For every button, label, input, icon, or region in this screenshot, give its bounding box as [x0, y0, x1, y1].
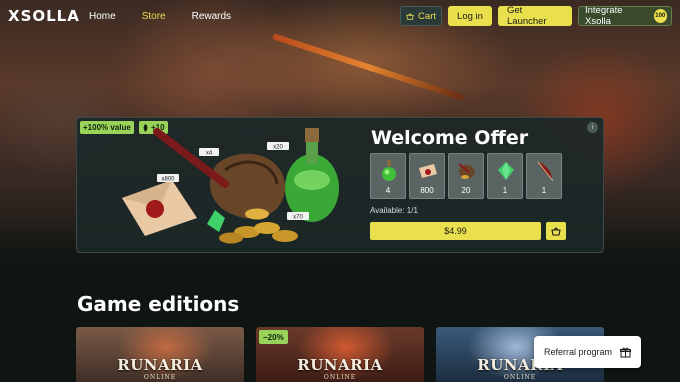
item-quantity: 20: [461, 186, 471, 195]
cart-button[interactable]: Cart: [400, 6, 442, 26]
xsolla-logo[interactable]: XSOLLA: [8, 7, 79, 25]
integrate-xsolla-button[interactable]: Integrate Xsolla 100: [578, 5, 672, 27]
referral-program-button[interactable]: Referral program: [534, 336, 641, 368]
edition-logo: RUNARIA: [117, 356, 203, 374]
potion-icon: [382, 160, 396, 181]
svg-text:x4: x4: [206, 150, 213, 156]
treasure-bag-icon: [458, 163, 475, 179]
letter-icon: [419, 164, 437, 178]
item-quantity: 1: [502, 186, 508, 195]
integrate-badge: 100: [653, 9, 667, 23]
nav-link-rewards[interactable]: Rewards: [192, 11, 231, 22]
hero-sword-decoration: [271, 33, 465, 101]
discount-badge: −20%: [259, 330, 288, 344]
gift-icon: [620, 347, 632, 357]
edition-logo-sub: ONLINE: [323, 374, 357, 381]
offer-bundle-illustration: x4 x800 x20 x70: [122, 128, 339, 244]
offer-item-quill[interactable]: 1: [526, 153, 562, 199]
availability-text: Available: 1/1: [370, 206, 418, 215]
offer-items: 4 800 20 1 1: [370, 153, 562, 199]
edition-logo: RUNARIA: [297, 356, 383, 374]
buy-price-button[interactable]: $4.99: [370, 222, 541, 240]
cart-label: Cart: [418, 10, 436, 22]
nav-link-home[interactable]: Home: [89, 11, 116, 22]
login-button[interactable]: Log in: [448, 6, 492, 26]
integrate-label: Integrate Xsolla: [585, 5, 623, 27]
svg-text:x70: x70: [293, 214, 303, 220]
item-quantity: 800: [420, 186, 434, 195]
edition-card[interactable]: −20% RUNARIA ONLINE: [256, 327, 424, 382]
offer-item-treasure[interactable]: 20: [448, 153, 484, 199]
pack-label-2: x800: [157, 174, 179, 182]
pack-label-1: x4: [199, 148, 219, 156]
game-editions-title: Game editions: [77, 292, 240, 316]
referral-label: Referral program: [543, 347, 613, 357]
pack-label-3: x20: [267, 142, 289, 150]
item-quantity: 4: [385, 186, 391, 195]
edition-logo-sub: ONLINE: [503, 374, 537, 381]
svg-text:x20: x20: [273, 144, 283, 150]
nav-links: Home Store Rewards: [89, 11, 257, 22]
nav-link-store[interactable]: Store: [142, 11, 166, 22]
gem-icon: [498, 162, 514, 180]
offer-title: Welcome Offer: [371, 127, 529, 149]
add-to-cart-button[interactable]: [546, 222, 566, 240]
basket-icon: [551, 226, 561, 236]
quill-icon: [537, 161, 554, 182]
nav-actions: Cart Log in Get Launcher Integrate Xsoll…: [400, 5, 672, 27]
item-quantity: 1: [541, 186, 547, 195]
offer-item-letter[interactable]: 800: [409, 153, 445, 199]
welcome-offer-card[interactable]: +100% value +10 x4 x800 x20 x70 i Welcom…: [76, 117, 604, 253]
edition-logo-sub: ONLINE: [143, 374, 177, 381]
info-icon[interactable]: i: [587, 122, 598, 133]
top-navigation: XSOLLA Home Store Rewards Cart Log in Ge…: [0, 0, 680, 32]
offer-item-potion[interactable]: 4: [370, 153, 406, 199]
svg-text:x800: x800: [161, 176, 175, 182]
pack-label-4: x70: [287, 212, 309, 220]
get-launcher-button[interactable]: Get Launcher: [498, 5, 572, 27]
basket-icon: [406, 12, 414, 20]
offer-item-gem[interactable]: 1: [487, 153, 523, 199]
edition-card[interactable]: RUNARIA ONLINE: [76, 327, 244, 382]
